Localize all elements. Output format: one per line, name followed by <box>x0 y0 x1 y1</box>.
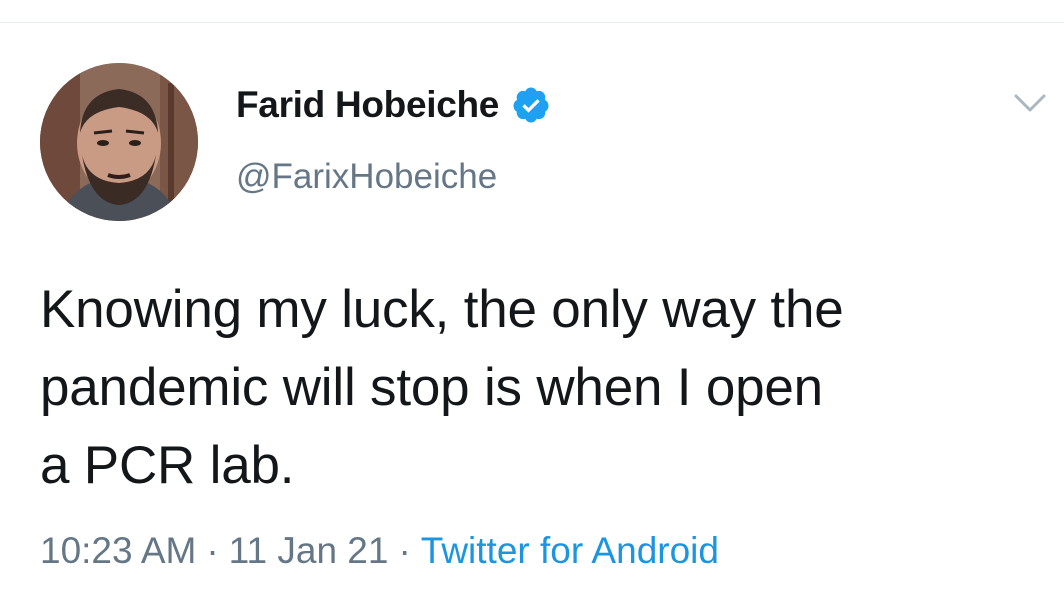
meta-separator: · <box>398 530 411 571</box>
top-divider <box>0 0 1064 23</box>
tweet-text-line: a PCR lab. <box>40 436 295 495</box>
avatar-image <box>40 63 198 221</box>
meta-separator: · <box>206 530 219 571</box>
tweet-date[interactable]: 11 Jan 21 <box>229 530 389 572</box>
tweet-text: Knowing my luck, the only way the pandem… <box>40 271 1050 505</box>
chevron-down-icon[interactable] <box>1010 89 1050 117</box>
tweet-text-line: Knowing my luck, the only way the <box>40 280 844 339</box>
author-display-name[interactable]: Farid Hobeiche <box>236 84 499 126</box>
tweet-time[interactable]: 10:23 AM <box>40 530 196 572</box>
tweet-text-line: pandemic will stop is when I open <box>40 358 823 417</box>
verified-badge-icon <box>511 85 551 125</box>
tweet-meta: 10:23 AM · 11 Jan 21 · Twitter for Andro… <box>40 530 719 572</box>
avatar[interactable] <box>40 63 198 221</box>
author-name-row[interactable]: Farid Hobeiche <box>236 80 551 130</box>
tweet-card: Farid Hobeiche @FarixHobeiche Knowing my… <box>0 23 1064 598</box>
author-handle[interactable]: @FarixHobeiche <box>236 157 497 197</box>
tweet-source-link[interactable]: Twitter for Android <box>421 530 719 572</box>
